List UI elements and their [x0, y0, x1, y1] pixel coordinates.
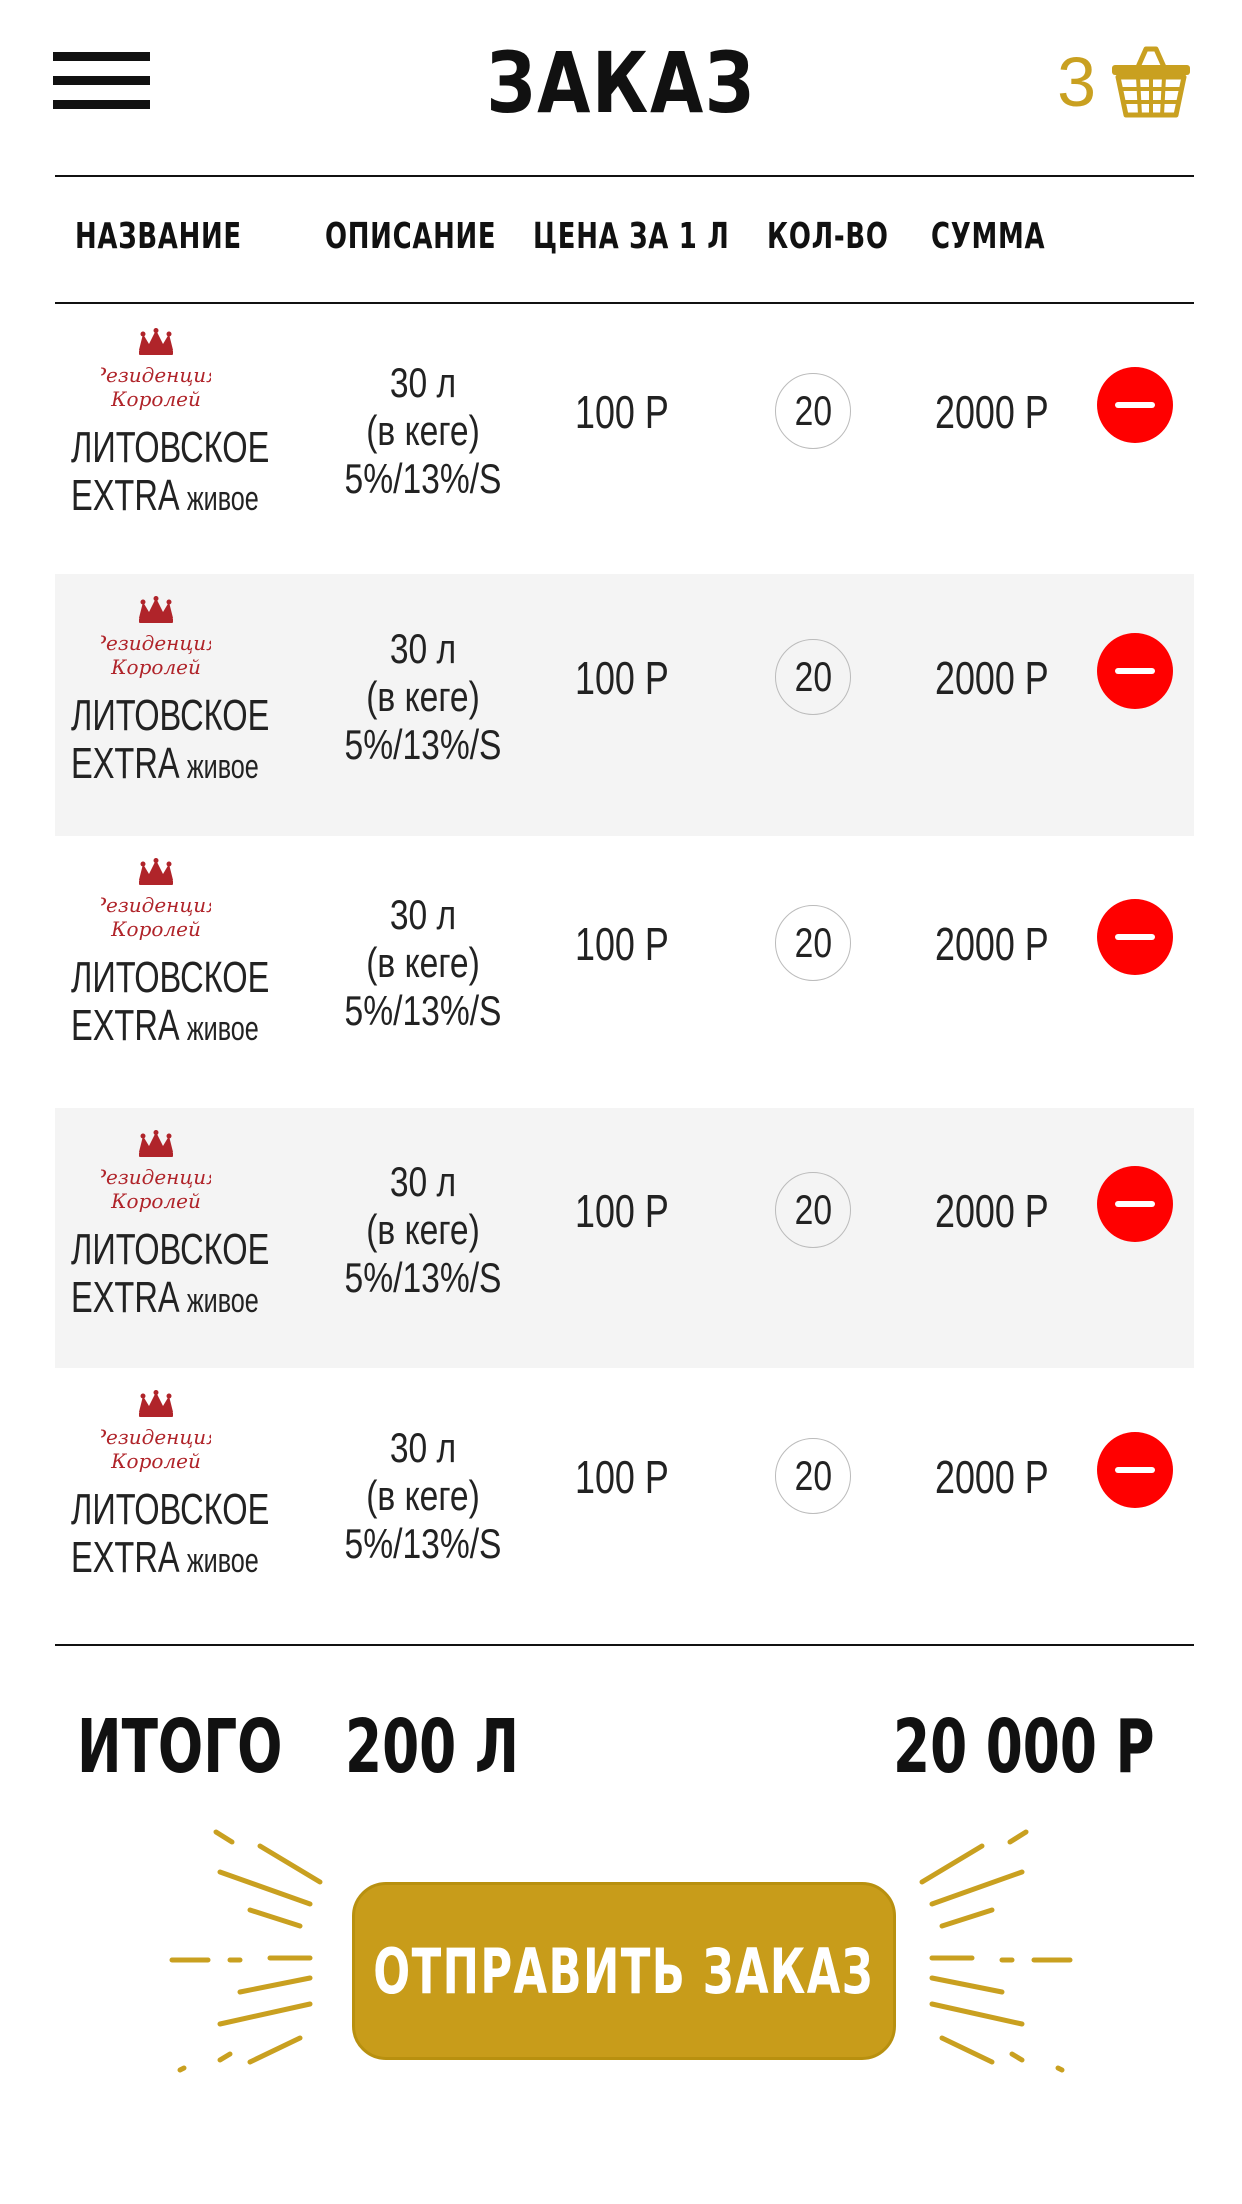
row-sum: 2000 Р	[935, 386, 1049, 438]
product-name: ЛИТОВСКОЕ EXTRA живое	[71, 423, 270, 520]
submit-order-label: ОТПРАВИТЬ ЗАКАЗ	[373, 1934, 875, 2008]
column-header-qty: КОЛ-ВО	[767, 216, 889, 257]
quantity-field[interactable]: 20	[775, 639, 851, 715]
unit-price: 100 Р	[575, 652, 669, 704]
brand-logo	[101, 328, 211, 420]
divider	[55, 302, 1194, 304]
brand-logo	[101, 1130, 211, 1222]
column-header-name: НАЗВАНИЕ	[75, 216, 242, 257]
divider	[55, 175, 1194, 177]
header: ЗАКАЗ 3	[0, 0, 1242, 175]
column-header-price: ЦЕНА ЗА 1 Л	[533, 216, 730, 257]
total-volume: 200 Л	[345, 1704, 520, 1790]
submit-area: ОТПРАВИТЬ ЗАКАЗ	[0, 1820, 1242, 2100]
table-row: ЛИТОВСКОЕ EXTRA живое 30 л (в кеге) 5%/1…	[55, 1108, 1194, 1368]
remove-item-button[interactable]	[1097, 633, 1173, 709]
remove-item-button[interactable]	[1097, 1166, 1173, 1242]
submit-order-button[interactable]: ОТПРАВИТЬ ЗАКАЗ	[352, 1882, 896, 2060]
brand-logo	[101, 596, 211, 688]
row-sum: 2000 Р	[935, 1185, 1049, 1237]
product-name: ЛИТОВСКОЕ EXTRA живое	[71, 691, 270, 788]
table-row: ЛИТОВСКОЕ EXTRA живое 30 л (в кеге) 5%/1…	[55, 306, 1194, 574]
totals-row: ИТОГО 200 Л 20 000 Р	[55, 1680, 1194, 1800]
quantity-field[interactable]: 20	[775, 905, 851, 981]
remove-item-button[interactable]	[1097, 1432, 1173, 1508]
product-description: 30 л (в кеге) 5%/13%/S	[344, 1424, 502, 1567]
unit-price: 100 Р	[575, 1451, 669, 1503]
quantity-field[interactable]: 20	[775, 1438, 851, 1514]
product-cell[interactable]: ЛИТОВСКОЕ EXTRA живое	[71, 328, 311, 523]
product-name: ЛИТОВСКОЕ EXTRA живое	[71, 1485, 270, 1582]
column-header-sum: СУММА	[931, 216, 1046, 257]
row-sum: 2000 Р	[935, 1451, 1049, 1503]
table-header: НАЗВАНИЕ ОПИСАНИЕ ЦЕНА ЗА 1 Л КОЛ-ВО СУМ…	[55, 178, 1194, 302]
product-description: 30 л (в кеге) 5%/13%/S	[344, 891, 502, 1034]
quantity-field[interactable]: 20	[775, 373, 851, 449]
cart-button[interactable]: 3	[1057, 42, 1192, 122]
product-description: 30 л (в кеге) 5%/13%/S	[344, 359, 502, 502]
remove-item-button[interactable]	[1097, 367, 1173, 443]
divider	[55, 1644, 1194, 1646]
page-title: ЗАКАЗ	[486, 34, 756, 132]
cart-count: 3	[1057, 43, 1096, 121]
brand-logo	[101, 1390, 211, 1482]
product-cell[interactable]: ЛИТОВСКОЕ EXTRA живое	[71, 1390, 311, 1585]
total-sum: 20 000 Р	[893, 1704, 1155, 1790]
product-cell[interactable]: ЛИТОВСКОЕ EXTRA живое	[71, 1130, 311, 1325]
product-cell[interactable]: ЛИТОВСКОЕ EXTRA живое	[71, 858, 311, 1053]
table-row: ЛИТОВСКОЕ EXTRA живое 30 л (в кеге) 5%/1…	[55, 1368, 1194, 1644]
table-row: ЛИТОВСКОЕ EXTRA живое 30 л (в кеге) 5%/1…	[55, 574, 1194, 836]
unit-price: 100 Р	[575, 918, 669, 970]
product-description: 30 л (в кеге) 5%/13%/S	[344, 625, 502, 768]
column-header-description: ОПИСАНИЕ	[325, 216, 497, 257]
unit-price: 100 Р	[575, 1185, 669, 1237]
unit-price: 100 Р	[575, 386, 669, 438]
row-sum: 2000 Р	[935, 918, 1049, 970]
product-name: ЛИТОВСКОЕ EXTRA живое	[71, 1225, 270, 1322]
product-cell[interactable]: ЛИТОВСКОЕ EXTRA живое	[71, 596, 311, 791]
product-name: ЛИТОВСКОЕ EXTRA живое	[71, 953, 270, 1050]
quantity-field[interactable]: 20	[775, 1172, 851, 1248]
brand-logo	[101, 858, 211, 950]
table-row: ЛИТОВСКОЕ EXTRA живое 30 л (в кеге) 5%/1…	[55, 836, 1194, 1108]
total-label: ИТОГО	[77, 1704, 283, 1790]
right-rays-decoration	[919, 1829, 1073, 2073]
product-description: 30 л (в кеге) 5%/13%/S	[344, 1158, 502, 1301]
basket-icon	[1112, 46, 1190, 118]
row-sum: 2000 Р	[935, 652, 1049, 704]
remove-item-button[interactable]	[1097, 899, 1173, 975]
